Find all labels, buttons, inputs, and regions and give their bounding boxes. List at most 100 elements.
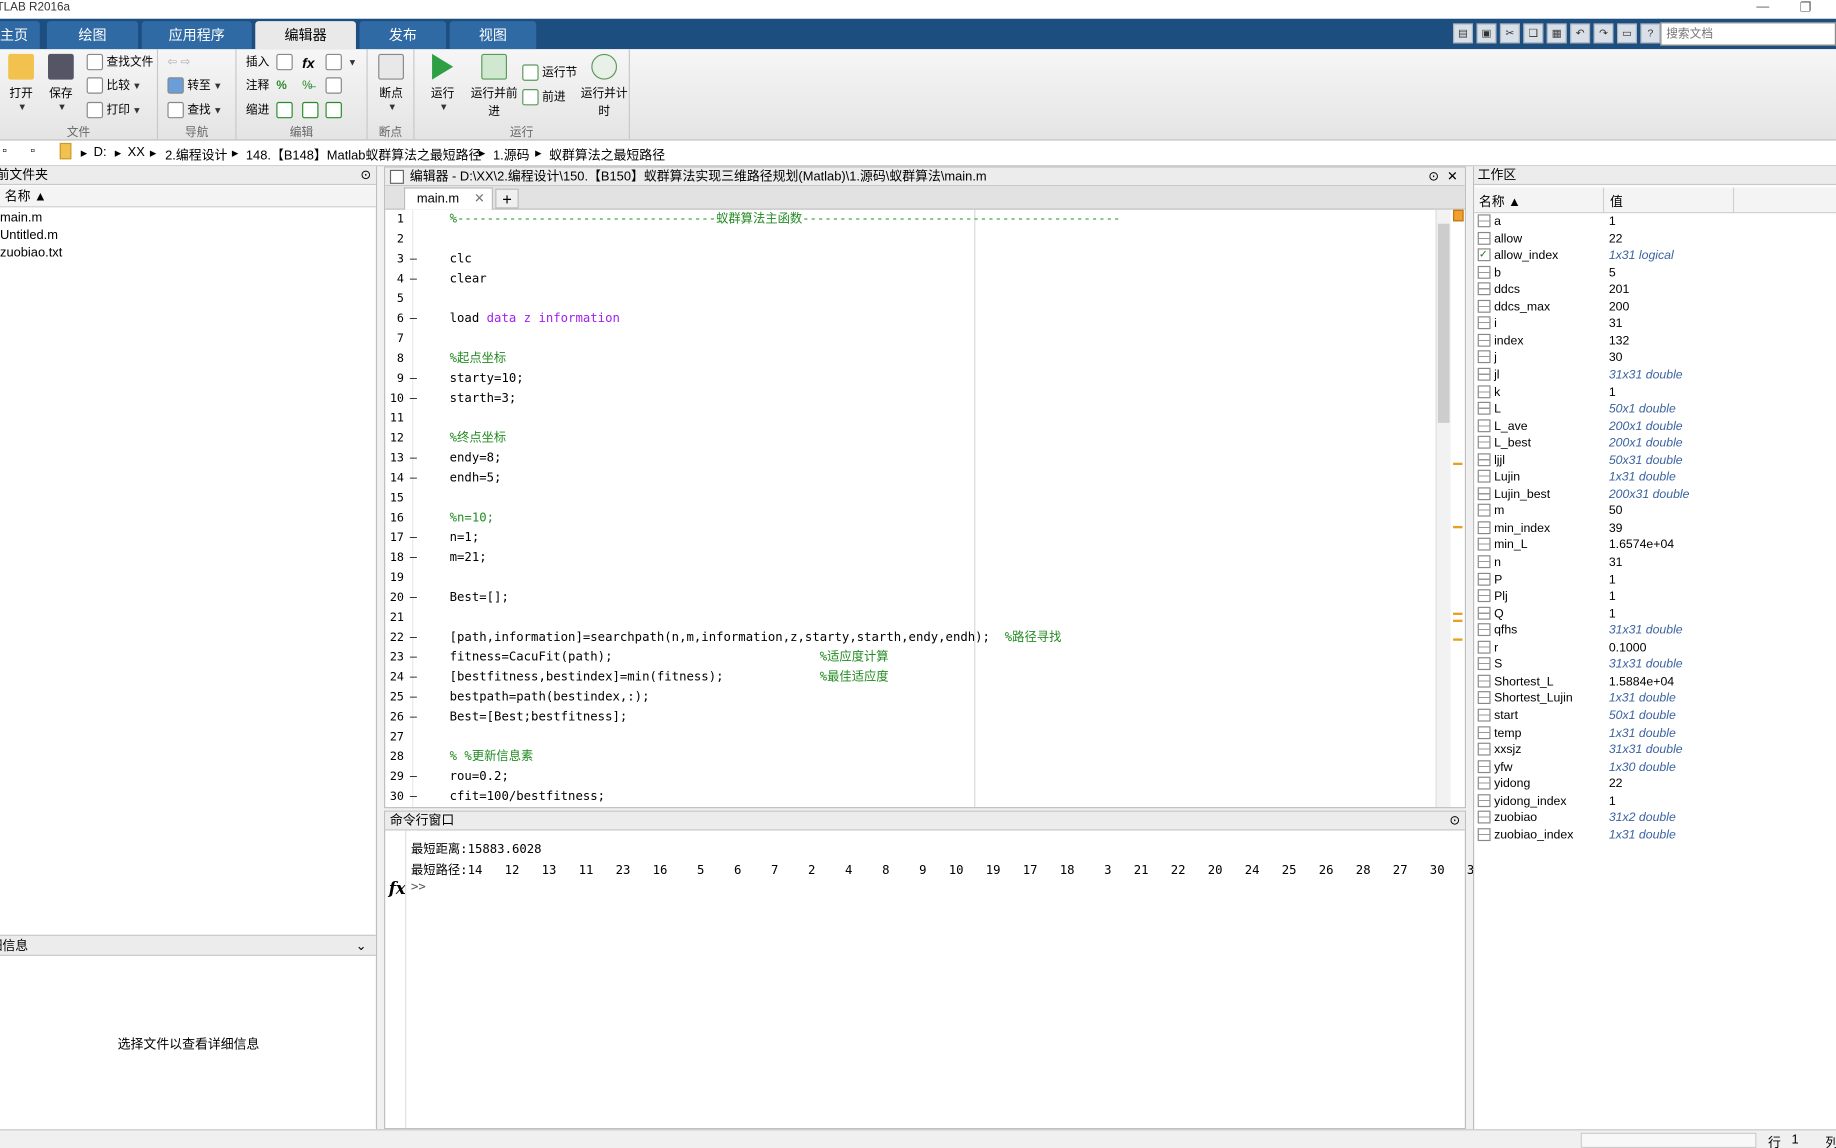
code-line[interactable]: 11	[385, 409, 1433, 429]
code-line[interactable]: 18 — m=21;	[385, 548, 1433, 568]
help-icon[interactable]: ?	[1640, 23, 1661, 44]
open-button[interactable]: 打开 ▼	[0, 53, 42, 114]
chevron-down-icon[interactable]: ⌄	[356, 936, 367, 957]
code-line[interactable]: 12 %终点坐标	[385, 429, 1433, 449]
back-forward-buttons[interactable]: ⇦ ⇨	[167, 53, 190, 74]
breakpoint-marker[interactable]: —	[410, 528, 417, 548]
code-line[interactable]: 6 — load data z information	[385, 309, 1433, 329]
line-number[interactable]: 30	[385, 787, 404, 807]
browse-folder-icon[interactable]: ▫	[30, 144, 35, 158]
breakpoint-marker[interactable]: —	[410, 588, 417, 608]
file-item[interactable]: Untitled.m	[0, 228, 58, 242]
code-line[interactable]: 8 %起点坐标	[385, 349, 1433, 369]
breadcrumb-item[interactable]: 148.【B148】Matlab蚁群算法之最短路径	[246, 145, 481, 164]
increase-indent-icon[interactable]	[302, 101, 322, 122]
workspace-variable[interactable]: j 30	[1474, 350, 1836, 367]
breakpoint-marker[interactable]: —	[410, 548, 417, 568]
line-number[interactable]: 3	[385, 250, 404, 270]
workspace-variable[interactable]: zuobiao 31x2 double	[1474, 810, 1836, 827]
fx-icon[interactable]: fx	[389, 880, 406, 899]
panel-menu-icon[interactable]: ⊙	[1428, 168, 1439, 187]
breakpoint-marker[interactable]: —	[410, 628, 417, 648]
breadcrumb-item[interactable]: 蚁群算法之最短路径	[549, 145, 665, 164]
insert-section-icon[interactable]	[276, 53, 296, 74]
line-number[interactable]: 25	[385, 688, 404, 708]
line-number[interactable]: 9	[385, 369, 404, 389]
copy-icon[interactable]: ❏	[1523, 23, 1544, 44]
workspace-variable[interactable]: a1	[1474, 213, 1836, 230]
redo-icon[interactable]: ↷	[1593, 23, 1614, 44]
breakpoint-marker[interactable]: —	[410, 269, 417, 289]
line-number[interactable]: 26	[385, 708, 404, 728]
line-number[interactable]: 12	[385, 429, 404, 449]
code-line[interactable]: 13 — endy=8;	[385, 449, 1433, 469]
code-line[interactable]: 15	[385, 488, 1433, 508]
code-line[interactable]: 17 — n=1;	[385, 528, 1433, 548]
wrap-comments-icon[interactable]	[325, 76, 346, 97]
tab-main-m[interactable]: main.m ✕	[403, 187, 493, 210]
code-line[interactable]: 19	[385, 568, 1433, 588]
find-files-button[interactable]: 查找文件	[86, 53, 153, 74]
save-button[interactable]: 保存 ▼	[40, 53, 82, 114]
address-bar[interactable]: ▫ ▫ ▸ D: ▸ XX ▸ 2.编程设计 ▸ 148.【B148】Matla…	[0, 140, 1836, 167]
breakpoint-marker[interactable]: —	[410, 708, 417, 728]
folder-up-icon[interactable]: ▫	[2, 144, 7, 158]
breakpoint-marker[interactable]: —	[410, 250, 417, 270]
workspace-variable[interactable]: ljjl 50x31 double	[1474, 452, 1836, 469]
line-number[interactable]: 20	[385, 588, 404, 608]
code-line[interactable]: 27	[385, 727, 1433, 747]
code-line[interactable]: 3 — clc	[385, 250, 1433, 270]
code-line[interactable]: 25 — bestpath=path(bestindex,:);	[385, 688, 1433, 708]
workspace-variable[interactable]: b5	[1474, 264, 1836, 281]
code-line[interactable]: 10 — starth=3;	[385, 389, 1433, 409]
code-line[interactable]: 5	[385, 289, 1433, 309]
code-line[interactable]: 7	[385, 329, 1433, 349]
line-number[interactable]: 23	[385, 648, 404, 668]
workspace-variable[interactable]: m 50	[1474, 503, 1836, 520]
line-number[interactable]: 29	[385, 767, 404, 787]
workspace-variable[interactable]: allow 22	[1474, 230, 1836, 247]
save-icon[interactable]: ▣	[1476, 23, 1497, 44]
insert-function-icon[interactable]: ▼	[325, 53, 357, 74]
run-section-button[interactable]: 运行节	[522, 63, 577, 84]
line-number[interactable]: 4	[385, 269, 404, 289]
comment-button[interactable]: 注释	[246, 76, 269, 97]
breakpoint-marker[interactable]: —	[410, 688, 417, 708]
breakpoint-marker[interactable]: —	[410, 469, 417, 489]
file-item[interactable]: main.m	[0, 211, 42, 225]
line-number[interactable]: 1	[385, 210, 404, 230]
workspace-variable[interactable]: yidong_index 1	[1474, 793, 1836, 810]
code-line[interactable]: 1 %-----------------------------------蚁群算…	[385, 210, 1433, 230]
restore-icon[interactable]: ❐	[1800, 0, 1812, 15]
editor-scrollbar[interactable]	[1435, 209, 1451, 808]
breakpoint-marker[interactable]: —	[410, 648, 417, 668]
line-number[interactable]: 11	[385, 409, 404, 429]
line-number[interactable]: 5	[385, 289, 404, 309]
indent-button[interactable]: 缩进	[246, 101, 269, 122]
tab-editor[interactable]: 编辑器	[255, 21, 356, 50]
workspace-variable[interactable]: Lujin 1x31 double	[1474, 469, 1836, 486]
tab-home[interactable]: 主页	[0, 21, 40, 50]
workspace-variable[interactable]: index 132	[1474, 332, 1836, 349]
command-window[interactable]: 命令行窗口 ⊙ 最短距离:15883.6028 最短路径:14 12 13 11 …	[384, 810, 1630, 1130]
line-number[interactable]: 7	[385, 329, 404, 349]
breakpoint-marker[interactable]: —	[410, 389, 417, 409]
minimize-icon[interactable]: —	[1756, 0, 1769, 14]
fx-button[interactable]: fx	[302, 53, 314, 74]
tab-apps[interactable]: 应用程序	[141, 21, 252, 50]
code-line[interactable]: 14 — endh=5;	[385, 469, 1433, 489]
advance-button[interactable]: 前进	[522, 88, 566, 109]
smart-indent-icon[interactable]	[276, 101, 296, 122]
workspace-variable[interactable]: ✓ allow_index 1x31 logical	[1474, 247, 1836, 264]
breakpoint-marker[interactable]: —	[410, 668, 417, 688]
paste-icon[interactable]: ▦	[1546, 23, 1567, 44]
search-docs-input[interactable]	[1660, 22, 1836, 46]
tab-view[interactable]: 视图	[449, 21, 537, 50]
line-number[interactable]: 2	[385, 230, 404, 250]
workspace-variable[interactable]: r 0.1000	[1474, 639, 1836, 656]
workspace-variable[interactable]: jl 31x31 double	[1474, 367, 1836, 384]
line-number[interactable]: 14	[385, 469, 404, 489]
name-column-header[interactable]: 名称 ▲	[1479, 192, 1521, 211]
goto-button[interactable]: 转至 ▼	[167, 76, 222, 97]
code-line[interactable]: 9 — starty=10;	[385, 369, 1433, 389]
